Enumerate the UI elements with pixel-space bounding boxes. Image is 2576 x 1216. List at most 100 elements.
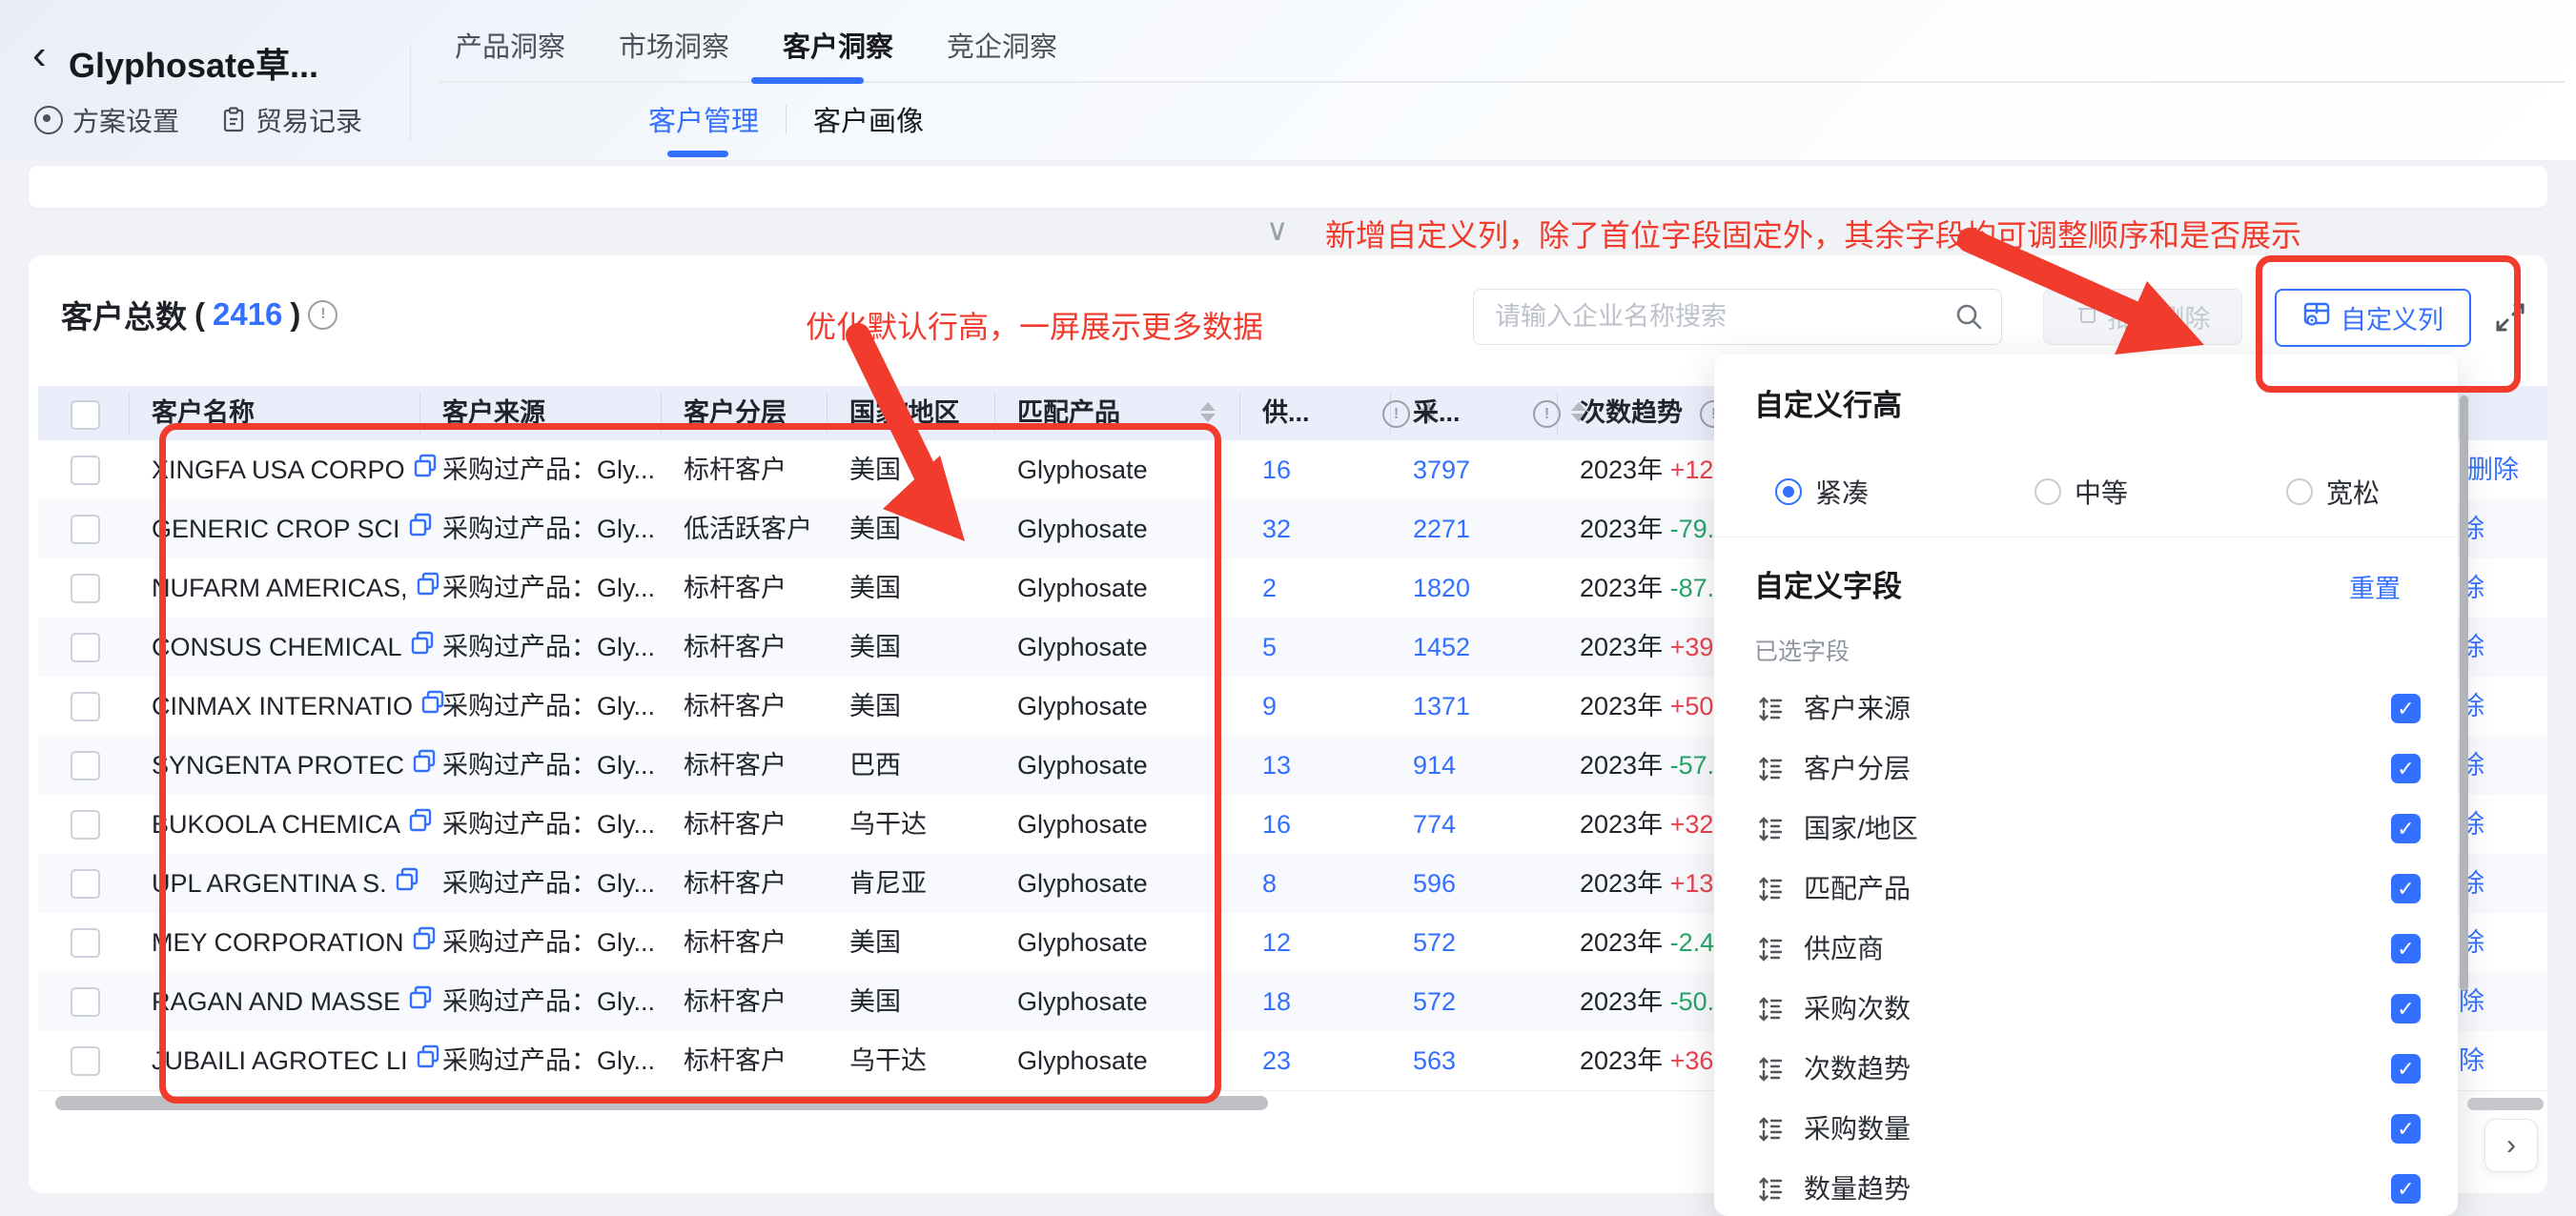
- purchase-times-link[interactable]: 2271: [1413, 499, 1470, 558]
- subtab-1[interactable]: 客户管理: [648, 99, 759, 139]
- customer-name[interactable]: BUKOOLA CHEMICA: [152, 795, 400, 854]
- customer-name[interactable]: UPL ARGENTINA S.: [152, 854, 387, 913]
- suppliers-count-link[interactable]: 13: [1262, 736, 1291, 795]
- tab-3[interactable]: 客户洞察: [783, 25, 893, 65]
- row-checkbox[interactable]: [71, 751, 100, 780]
- customer-name[interactable]: SYNGENTA PROTEC: [152, 736, 404, 795]
- suppliers-count-link[interactable]: 9: [1262, 677, 1277, 736]
- tab-4[interactable]: 竞企洞察: [947, 25, 1057, 65]
- subnav-item-2[interactable]: 贸易记录: [221, 101, 362, 139]
- row-checkbox[interactable]: [71, 574, 100, 603]
- select-all-checkbox[interactable]: [71, 400, 100, 430]
- tab-2[interactable]: 市场洞察: [619, 25, 729, 65]
- customer-name[interactable]: JUBAILI AGROTEC LI: [152, 1031, 408, 1090]
- purchase-times-link[interactable]: 596: [1413, 854, 1456, 913]
- column-header-3[interactable]: 客户分层: [684, 386, 787, 440]
- copy-icon[interactable]: [408, 972, 434, 1031]
- customer-name-cell[interactable]: JUBAILI AGROTEC LI: [152, 1031, 441, 1090]
- batch-delete-button[interactable]: 批量删除: [2043, 289, 2242, 345]
- row-checkbox[interactable]: [71, 515, 100, 544]
- customer-name-cell[interactable]: UPL ARGENTINA S.: [152, 854, 420, 913]
- customize-columns-button[interactable]: 自定义列: [2275, 289, 2471, 347]
- drag-handle-icon[interactable]: [1756, 1055, 1785, 1088]
- suppliers-count-link[interactable]: 16: [1262, 795, 1291, 854]
- info-icon[interactable]: !: [308, 300, 337, 330]
- next-page-button[interactable]: ›: [2484, 1119, 2538, 1172]
- customer-name[interactable]: CINMAX INTERNATIO: [152, 677, 413, 736]
- row-checkbox[interactable]: [71, 633, 100, 662]
- copy-icon[interactable]: [408, 499, 434, 558]
- copy-icon[interactable]: [412, 736, 438, 795]
- subtab-2[interactable]: 客户画像: [813, 99, 924, 139]
- reset-button[interactable]: 重置: [2349, 568, 2401, 605]
- purchase-times-link[interactable]: 572: [1413, 913, 1456, 972]
- suppliers-count-link[interactable]: 8: [1262, 854, 1277, 913]
- suppliers-count-link[interactable]: 5: [1262, 618, 1277, 677]
- drag-handle-icon[interactable]: [1756, 1175, 1785, 1208]
- purchase-times-link[interactable]: 914: [1413, 736, 1456, 795]
- copy-icon[interactable]: [416, 1031, 441, 1090]
- customer-name-cell[interactable]: MEY CORPORATION: [152, 913, 438, 972]
- field-checkbox[interactable]: ✓: [2391, 694, 2421, 723]
- copy-icon[interactable]: [408, 795, 434, 854]
- suppliers-count-link[interactable]: 23: [1262, 1031, 1291, 1090]
- drag-handle-icon[interactable]: [1756, 995, 1785, 1028]
- column-header-6[interactable]: 供...: [1262, 386, 1310, 440]
- horizontal-scrollbar[interactable]: [55, 1096, 1268, 1110]
- row-checkbox[interactable]: [71, 987, 100, 1017]
- field-checkbox[interactable]: ✓: [2391, 1054, 2421, 1084]
- customer-name-cell[interactable]: GENERIC CROP SCI: [152, 499, 434, 558]
- row-checkbox[interactable]: [71, 692, 100, 721]
- customer-name[interactable]: GENERIC CROP SCI: [152, 499, 400, 558]
- purchase-times-link[interactable]: 1820: [1413, 558, 1470, 618]
- copy-icon[interactable]: [395, 854, 420, 913]
- info-icon[interactable]: !: [1382, 400, 1410, 428]
- field-checkbox[interactable]: ✓: [2391, 994, 2421, 1023]
- row-checkbox[interactable]: [71, 810, 100, 840]
- field-checkbox[interactable]: ✓: [2391, 874, 2421, 903]
- copy-icon[interactable]: [410, 618, 436, 677]
- purchase-times-link[interactable]: 1452: [1413, 618, 1470, 677]
- tab-1[interactable]: 产品洞察: [455, 25, 565, 65]
- search-input[interactable]: [1493, 295, 1935, 337]
- field-checkbox[interactable]: ✓: [2391, 1114, 2421, 1144]
- column-header-7[interactable]: 采...: [1413, 386, 1461, 440]
- customer-name-cell[interactable]: SYNGENTA PROTEC: [152, 736, 438, 795]
- purchase-times-link[interactable]: 1371: [1413, 677, 1470, 736]
- customer-name[interactable]: NUFARM AMERICAS,: [152, 558, 408, 618]
- delete-row-link[interactable]: 删除: [2467, 440, 2519, 499]
- row-height-option-1[interactable]: 紧凑: [1775, 473, 1869, 511]
- column-header-4[interactable]: 国家/地区: [849, 386, 960, 440]
- drag-handle-icon[interactable]: [1756, 935, 1785, 968]
- copy-icon[interactable]: [416, 558, 441, 618]
- purchase-times-link[interactable]: 572: [1413, 972, 1456, 1031]
- customer-name[interactable]: XINGFA USA CORPO: [152, 440, 405, 499]
- suppliers-count-link[interactable]: 16: [1262, 440, 1291, 499]
- column-header-1[interactable]: 客户名称: [152, 386, 255, 440]
- customer-name[interactable]: MEY CORPORATION: [152, 913, 404, 972]
- customer-name-cell[interactable]: CONSUS CHEMICAL: [152, 618, 436, 677]
- field-checkbox[interactable]: ✓: [2391, 934, 2421, 963]
- field-checkbox[interactable]: ✓: [2391, 814, 2421, 843]
- row-checkbox[interactable]: [71, 928, 100, 958]
- purchase-times-link[interactable]: 3797: [1413, 440, 1470, 499]
- customer-name[interactable]: CONSUS CHEMICAL: [152, 618, 402, 677]
- purchase-times-link[interactable]: 563: [1413, 1031, 1456, 1090]
- drag-handle-icon[interactable]: [1756, 695, 1785, 728]
- subnav-item-1[interactable]: 方案设置: [34, 101, 179, 139]
- fullscreen-icon[interactable]: [2490, 297, 2530, 337]
- column-header-2[interactable]: 客户来源: [442, 386, 545, 440]
- customer-name-cell[interactable]: NUFARM AMERICAS,: [152, 558, 441, 618]
- drag-handle-icon[interactable]: [1756, 1115, 1785, 1148]
- row-checkbox[interactable]: [71, 1046, 100, 1076]
- customer-name-cell[interactable]: RAGAN AND MASSE: [152, 972, 434, 1031]
- customer-name[interactable]: RAGAN AND MASSE: [152, 972, 400, 1031]
- customer-name-cell[interactable]: BUKOOLA CHEMICA: [152, 795, 434, 854]
- info-icon[interactable]: !: [1533, 400, 1561, 428]
- column-header-5[interactable]: 匹配产品: [1017, 386, 1120, 440]
- suppliers-count-link[interactable]: 2: [1262, 558, 1277, 618]
- drag-handle-icon[interactable]: [1756, 755, 1785, 788]
- search-icon[interactable]: [1953, 301, 1984, 336]
- customer-name-cell[interactable]: XINGFA USA CORPO: [152, 440, 439, 499]
- copy-icon[interactable]: [412, 913, 438, 972]
